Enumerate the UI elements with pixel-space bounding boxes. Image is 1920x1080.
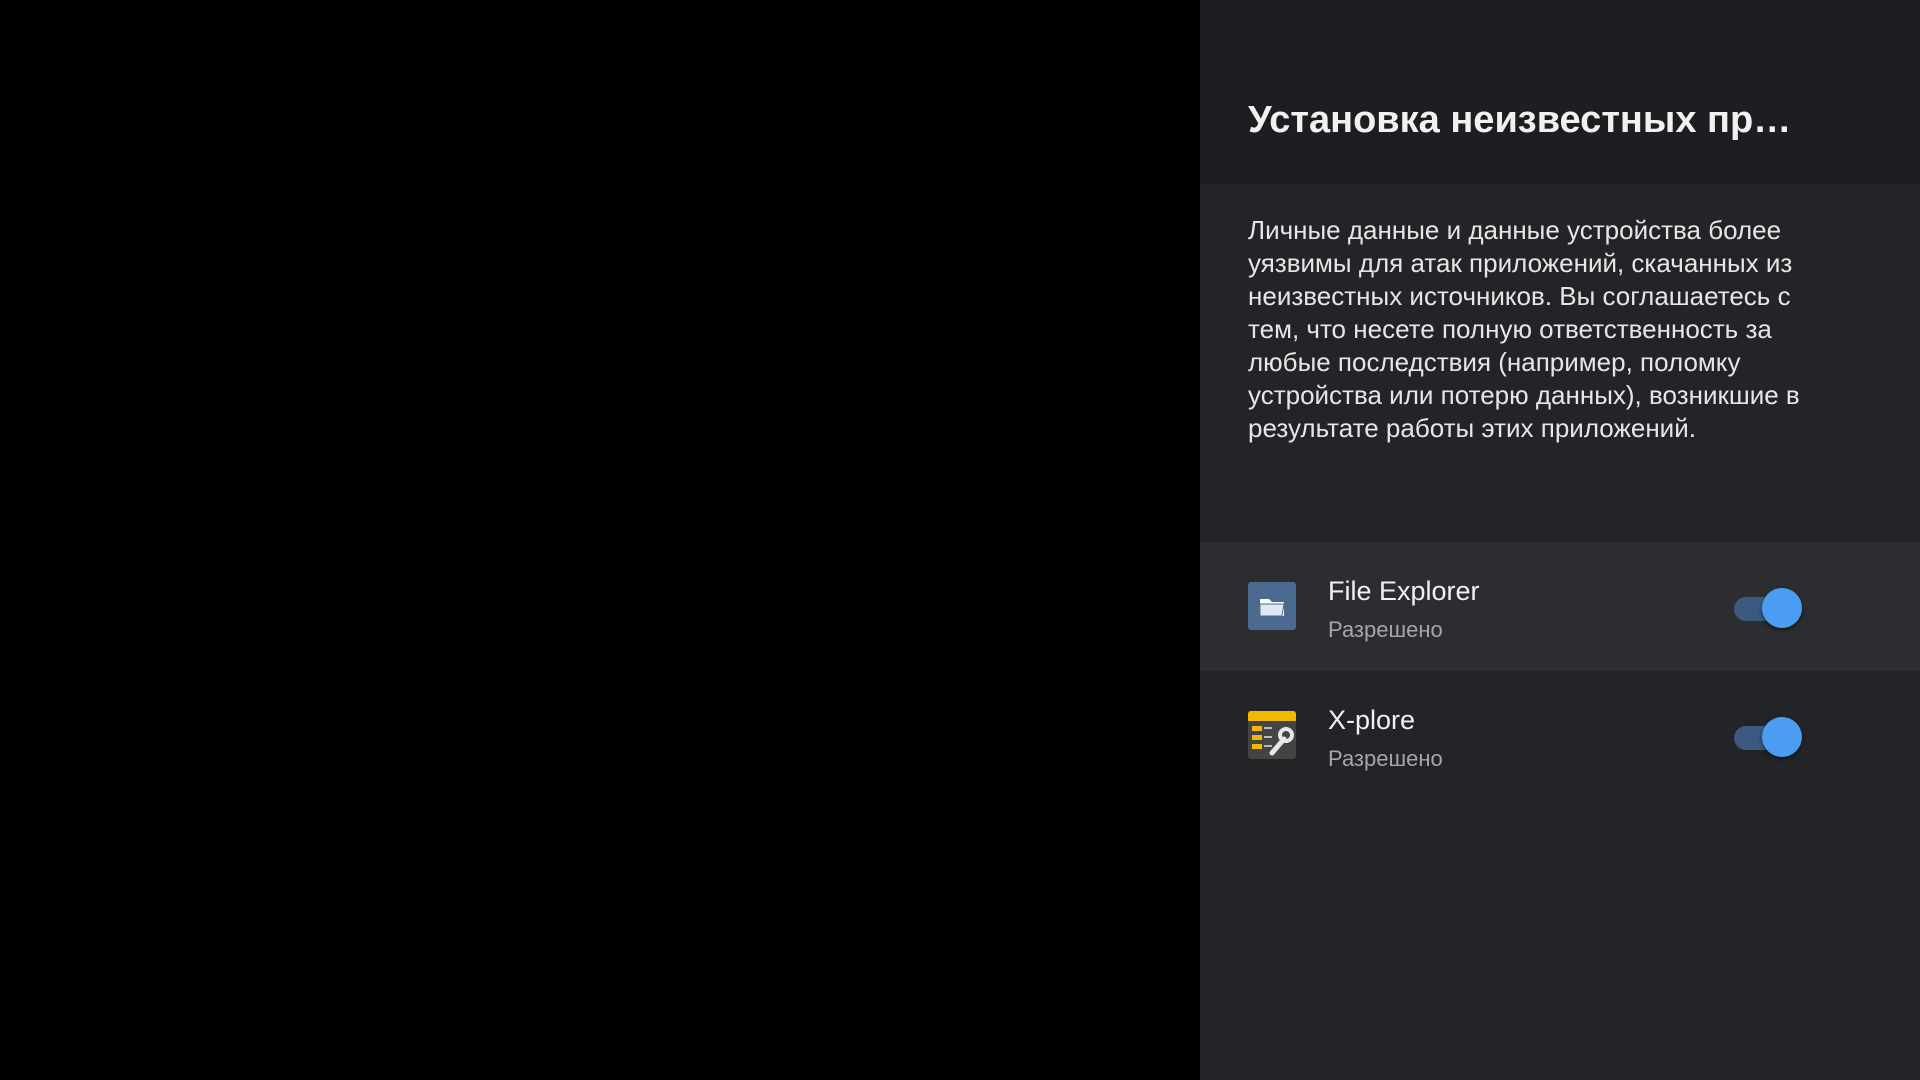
panel-title: Установка неизвестных пр… (1248, 99, 1792, 141)
app-row-file-explorer[interactable]: File Explorer Разрешено (1200, 542, 1920, 671)
panel-header: Установка неизвестных пр… (1200, 0, 1920, 184)
file-explorer-toggle[interactable] (1734, 588, 1802, 628)
app-status: Разрешено (1328, 617, 1443, 642)
app-name: File Explorer (1328, 576, 1480, 606)
settings-side-panel: Установка неизвестных пр… Личные данные … (1200, 0, 1920, 1080)
toggle-thumb (1762, 717, 1802, 757)
screen: Установка неизвестных пр… Личные данные … (0, 0, 1920, 1080)
app-status: Разрешено (1328, 746, 1443, 771)
app-name: X-plore (1328, 705, 1416, 735)
app-row-xplore[interactable]: X-plore Разрешено (1200, 671, 1920, 800)
folder-icon (1248, 582, 1296, 630)
warning-description: Личные данные и данные устройства более … (1200, 184, 1920, 542)
xplore-toggle[interactable] (1734, 717, 1802, 757)
warning-text: Личные данные и данные устройства более … (1248, 215, 1800, 443)
toggle-thumb (1762, 588, 1802, 628)
xplore-app-icon (1248, 711, 1296, 759)
app-list: File Explorer Разрешено X-plore Разрешен… (1200, 542, 1920, 800)
